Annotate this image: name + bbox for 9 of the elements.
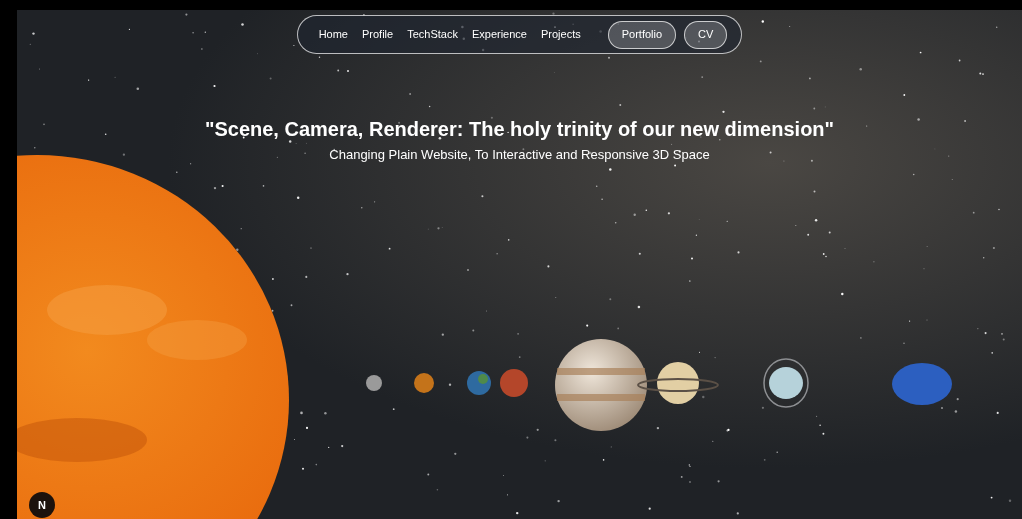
nav-button[interactable]: Portfolio — [607, 20, 677, 49]
nav-link[interactable]: Experience — [464, 26, 534, 43]
nav-link[interactable]: Home — [311, 26, 355, 43]
hero-title: "Scene, Camera, Renderer: The holy trinity of our new dimension" — [204, 117, 835, 142]
nav-link[interactable]: TechStack — [400, 26, 465, 43]
nav-button[interactable]: CV — [684, 20, 728, 49]
nav-link[interactable]: Profile — [355, 26, 401, 43]
hero-subtitle: Changing Plain Website, To Interactive and Responsive 3D Space — [329, 146, 710, 164]
nav-link[interactable]: Projects — [533, 26, 588, 43]
